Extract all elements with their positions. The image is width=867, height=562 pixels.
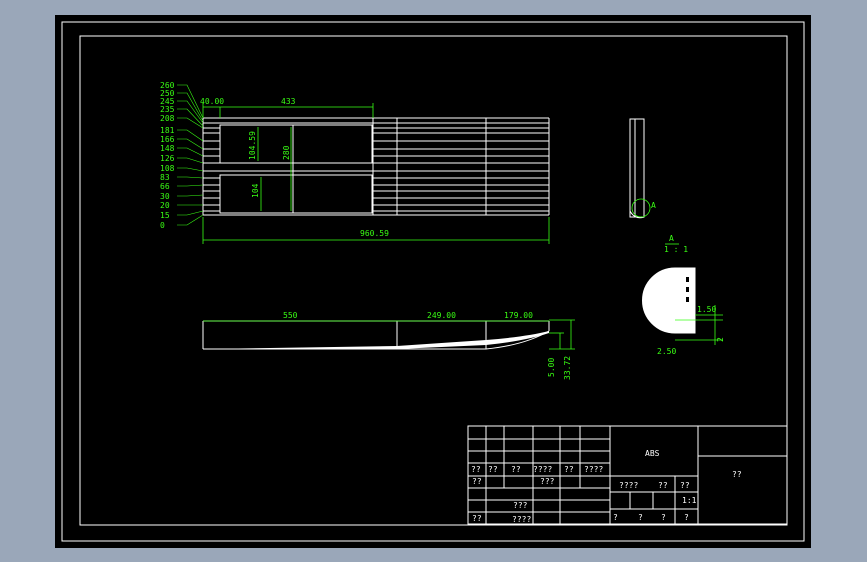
leader-line	[177, 147, 204, 157]
part-name: ??	[732, 470, 742, 479]
detail-scale-label: A	[669, 234, 674, 243]
dim-detail-h: 2	[716, 337, 725, 342]
side-profile-view: 550 249.00 179.00 5.00 33.72	[202, 311, 575, 380]
tb-scale-cell: ??	[680, 481, 690, 490]
tb-sheet-cell: ?	[661, 513, 666, 522]
dim-width-total: 960.59	[360, 229, 389, 238]
tb-r2-a: ??	[472, 477, 482, 486]
tb-sheet-cell: ?	[613, 513, 618, 522]
left-stack-label: 83	[160, 173, 170, 182]
detail-callout: A	[651, 201, 656, 210]
tb-signer-cell: ????	[584, 465, 603, 474]
tb-r3-a: ??	[472, 514, 482, 523]
left-stack-label: 208	[160, 114, 175, 123]
leader-line	[177, 214, 204, 226]
leader-line	[177, 194, 204, 197]
tb-signer-cell: ????	[533, 465, 552, 474]
left-stack-label: 235	[160, 105, 175, 114]
leader-line	[177, 176, 204, 179]
material-label: ABS	[645, 449, 660, 458]
tb-signer-cell: ??	[511, 465, 521, 474]
left-stack-label: 108	[160, 164, 175, 173]
top-view: 104.59 280 104 40.00 433 960.59 26025024…	[160, 81, 550, 244]
dim-seg1: 550	[283, 311, 298, 320]
dim-inner-h3: 104	[251, 183, 260, 198]
tb-r2-b: ???	[540, 477, 555, 486]
leader-line	[177, 117, 204, 129]
left-stack-label: 181	[160, 126, 175, 135]
left-stack-label: 30	[160, 192, 170, 201]
dim-seg2: 249.00	[427, 311, 456, 320]
dim-rise-total: 33.72	[563, 356, 572, 380]
dim-inner-h1: 104.59	[248, 131, 257, 160]
tb-signer-cell: ??	[564, 465, 574, 474]
edge-view: A	[629, 118, 656, 219]
dim-detail-w2: 2.50	[657, 347, 676, 356]
dim-rise-small: 5.00	[547, 358, 556, 377]
dim-seg3: 179.00	[504, 311, 533, 320]
leader-line	[177, 184, 204, 187]
tb-sheet-cell: ?	[638, 513, 643, 522]
detail-a-view: A 1 : 1 1.50 2.50 2	[642, 234, 725, 356]
left-stack-dims: 2602502452352081811661481261088366302015…	[160, 81, 204, 230]
left-stack-label: 126	[160, 154, 175, 163]
left-stack-label: 20	[160, 201, 170, 210]
tb-r4-a: ????	[512, 515, 531, 524]
tb-r3-b: ???	[513, 501, 528, 510]
tb-sheet-cell: ?	[684, 513, 689, 522]
tb-scale: 1:1	[682, 496, 697, 505]
title-block-scale-row: ????????	[619, 481, 690, 490]
tb-signer-cell: ??	[471, 465, 481, 474]
leader-line	[177, 167, 204, 172]
tb-scale-cell: ????	[619, 481, 638, 490]
drawing-sheet: 104.59 280 104 40.00 433 960.59 260 250 24…	[55, 15, 811, 548]
left-stack-label: 15	[160, 211, 170, 220]
left-stack-label: 166	[160, 135, 175, 144]
cad-drawing: 104.59 280 104 40.00 433 960.59 26025024…	[61, 21, 805, 542]
left-stack-label: 66	[160, 182, 170, 191]
leader-line	[177, 138, 204, 150]
detail-scale-value: 1 : 1	[664, 245, 688, 254]
leader-line	[177, 210, 204, 216]
tb-scale-cell: ??	[658, 481, 668, 490]
left-stack-label: 148	[160, 144, 175, 153]
title-block-signer-row: ????????????????	[471, 465, 603, 474]
dim-top-offset: 40.00	[200, 97, 224, 106]
title-block-sheet-row: ????	[613, 513, 689, 522]
dim-inner-h2: 280	[282, 145, 291, 160]
dim-top-length: 433	[281, 97, 296, 106]
leader-line	[177, 129, 204, 142]
left-stack-label: 0	[160, 221, 165, 230]
tb-signer-cell: ??	[488, 465, 498, 474]
leader-line	[177, 157, 204, 164]
dim-detail-w1: 1.50	[697, 305, 716, 314]
